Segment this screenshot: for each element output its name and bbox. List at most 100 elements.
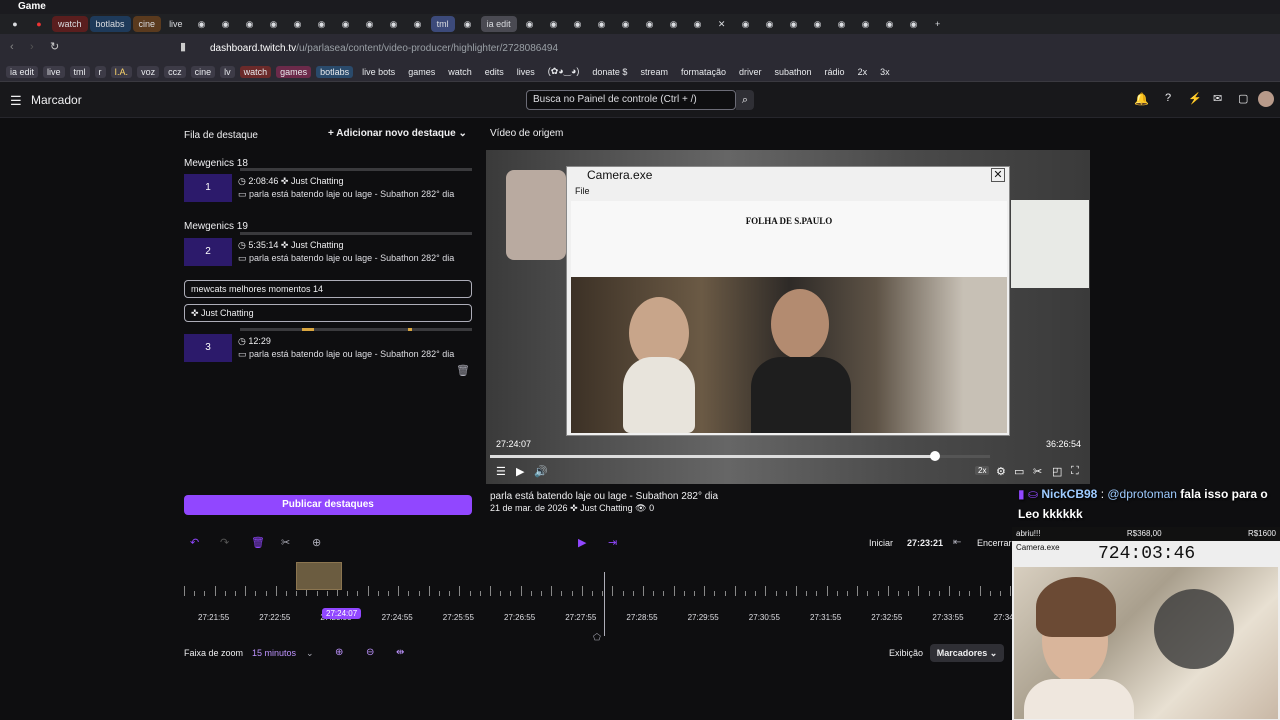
bookmark-item[interactable]: watch: [444, 66, 476, 78]
url-text[interactable]: dashboard.twitch.tv/u/parlasea/content/v…: [210, 43, 558, 54]
bookmark-item[interactable]: edits: [481, 66, 508, 78]
address-bar[interactable]: ‹ › ↻ ▮ dashboard.twitch.tv/u/parlasea/c…: [0, 34, 1280, 62]
chapters-icon[interactable]: ☰: [496, 465, 506, 478]
playhead-handle-icon[interactable]: ⬠: [593, 632, 601, 643]
tab-icon[interactable]: ◉: [519, 16, 541, 32]
notifications-icon[interactable]: 🔔: [1134, 92, 1149, 106]
tab-icon[interactable]: ◉: [311, 16, 333, 32]
pip-icon[interactable]: ◰: [1052, 465, 1062, 478]
bookmark-item[interactable]: botlabs: [316, 65, 354, 78]
list-item[interactable]: 1 ◷ 2:08:46 ✜ Just Chatting ▭ parla está…: [184, 168, 474, 204]
settings-icon[interactable]: ⚙: [996, 465, 1006, 478]
menu-icon[interactable]: ☰: [10, 93, 22, 109]
theatre-icon[interactable]: ▭: [1014, 465, 1024, 478]
list-item[interactable]: 2 ◷ 5:35:14 ✜ Just Chatting ▭ parla está…: [184, 232, 474, 268]
fit-icon[interactable]: ⇹: [396, 647, 404, 658]
tab-icon[interactable]: ◉: [903, 16, 925, 32]
tab-icon[interactable]: ◉: [359, 16, 381, 32]
tab-icon[interactable]: ◉: [639, 16, 661, 32]
scrubber-handle[interactable]: [930, 451, 940, 461]
tab-icon[interactable]: ◉: [263, 16, 285, 32]
bookmark-item[interactable]: ia edit: [6, 65, 39, 78]
undo-icon[interactable]: ↶: [190, 536, 199, 549]
bookmark-item[interactable]: watch: [239, 65, 272, 78]
add-marker-icon[interactable]: ⊕: [312, 536, 321, 549]
tab-ia-edit[interactable]: ia edit: [480, 16, 517, 32]
forward-icon[interactable]: ›: [30, 41, 34, 53]
bookmark-item[interactable]: live bots: [358, 66, 399, 78]
tab-icon[interactable]: ◉: [687, 16, 709, 32]
jump-end-icon[interactable]: ⇥: [608, 536, 617, 549]
inbox-icon[interactable]: ✉: [1213, 92, 1222, 105]
bookmark-item[interactable]: formatação: [677, 66, 730, 78]
tab-icon[interactable]: ◉: [543, 16, 565, 32]
stats-icon[interactable]: ⚡: [1188, 92, 1202, 105]
zoom-out-icon[interactable]: ⊖: [366, 647, 374, 658]
tab-icon[interactable]: ◉: [215, 16, 237, 32]
tab-icon[interactable]: ◉: [855, 16, 877, 32]
bookmark-item[interactable]: lv: [220, 65, 235, 78]
view-select[interactable]: Marcadores ⌄: [930, 644, 1004, 662]
reload-icon[interactable]: ↻: [50, 40, 59, 53]
zoom-select[interactable]: 15 minutos ⌄: [252, 648, 314, 659]
bookmark-item[interactable]: lives: [513, 66, 539, 78]
zoom-in-icon[interactable]: ⊕: [335, 647, 343, 658]
clip-icon[interactable]: ✂: [1033, 465, 1042, 478]
tab-icon[interactable]: ◉: [807, 16, 829, 32]
tab-icon[interactable]: ●: [4, 16, 26, 32]
tab-cine[interactable]: cine: [132, 16, 162, 32]
publish-highlights-button[interactable]: Publicar destaques: [184, 495, 472, 515]
tab-tml[interactable]: tml: [430, 16, 455, 32]
tab-icon[interactable]: ◉: [191, 16, 213, 32]
bookmark-item[interactable]: subathon: [771, 66, 816, 78]
timeline-play-icon[interactable]: ▶: [578, 536, 586, 549]
volume-icon[interactable]: 🔊: [534, 465, 548, 478]
tab-icon[interactable]: ◉: [457, 16, 479, 32]
delete-icon[interactable]: 🗑: [251, 536, 265, 549]
set-start-icon[interactable]: ⇤: [953, 537, 961, 548]
bookmark-item[interactable]: cine: [190, 65, 216, 78]
tab-icon[interactable]: ◉: [287, 16, 309, 32]
bookmark-item[interactable]: stream: [636, 66, 672, 78]
bookmark-item[interactable]: I.A.: [110, 65, 133, 78]
fullscreen-icon[interactable]: ⛶: [1071, 465, 1079, 478]
tab-icon[interactable]: ◉: [831, 16, 853, 32]
bookmark-item[interactable]: r: [94, 65, 106, 78]
playback-speed[interactable]: 2x: [975, 466, 990, 475]
back-icon[interactable]: ‹: [10, 41, 14, 53]
tab-watch[interactable]: watch: [52, 16, 88, 32]
tab-icon[interactable]: ◉: [335, 16, 357, 32]
cut-icon[interactable]: ✂: [281, 536, 290, 549]
tab-icon[interactable]: ◉: [239, 16, 261, 32]
avatar[interactable]: [1258, 91, 1274, 107]
add-highlight-button[interactable]: + Adicionar novo destaque ⌄: [328, 128, 467, 139]
timeline-clip[interactable]: [296, 562, 342, 590]
bookmark-icon[interactable]: ▮: [180, 40, 186, 53]
help-icon[interactable]: ?: [1165, 92, 1171, 104]
tab-icon[interactable]: ◉: [879, 16, 901, 32]
bookmark-item[interactable]: 2x: [854, 66, 872, 78]
bookmark-item[interactable]: tml: [69, 65, 90, 78]
bookmark-item[interactable]: driver: [735, 66, 766, 78]
tab-icon[interactable]: ◉: [383, 16, 405, 32]
bookmark-item[interactable]: 3x: [876, 66, 894, 78]
tab-icon[interactable]: ◉: [663, 16, 685, 32]
search-input[interactable]: Busca no Painel de controle (Ctrl + /): [526, 90, 736, 110]
bookmark-item[interactable]: live: [43, 65, 65, 78]
video-player[interactable]: Camera.exe ✕ File FOLHA DE S.PAULO: [486, 150, 1090, 484]
list-item[interactable]: 3 ◷ 12:29 ▭ parla está batendo laje ou l…: [184, 328, 474, 364]
play-icon[interactable]: ▶: [516, 465, 524, 478]
bookmark-item[interactable]: voz: [137, 65, 160, 78]
bookmark-item[interactable]: games: [276, 65, 312, 78]
tab-icon[interactable]: ◉: [783, 16, 805, 32]
tab-icon[interactable]: ◉: [567, 16, 589, 32]
tab-icon[interactable]: ◉: [759, 16, 781, 32]
start-value[interactable]: 27:23:21: [907, 538, 943, 548]
trash-icon[interactable]: 🗑: [456, 364, 470, 377]
bookmark-item[interactable]: (✿◕‿◕): [544, 65, 584, 78]
close-tab-icon[interactable]: ✕: [711, 16, 733, 32]
category-input[interactable]: ✜ Just Chatting: [184, 304, 472, 322]
tab-icon[interactable]: ◉: [735, 16, 757, 32]
tab-icon[interactable]: ◉: [407, 16, 429, 32]
bookmark-item[interactable]: games: [404, 66, 439, 78]
